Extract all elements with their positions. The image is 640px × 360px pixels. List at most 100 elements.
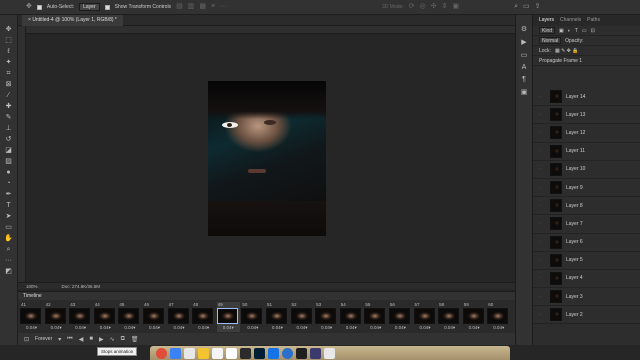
timeline-frame[interactable]: 52 0.04▾ xyxy=(290,302,314,332)
timeline-frame[interactable]: 49 0.04▾ xyxy=(216,302,240,332)
crop-icon[interactable]: ⌗ xyxy=(3,69,15,78)
timeline-frame[interactable]: 44 0.04▾ xyxy=(93,302,117,332)
hand-icon[interactable]: ✋ xyxy=(3,234,15,243)
search-icon[interactable]: ⌕ xyxy=(514,3,518,11)
duplicate-frame-icon[interactable]: ⧉ xyxy=(121,336,125,343)
frame-thumbnail[interactable] xyxy=(241,308,263,324)
3d-scale-icon[interactable]: ▣ xyxy=(452,3,459,11)
frame-thumbnail[interactable] xyxy=(93,308,115,324)
visibility-toggle-icon[interactable]: ◦ xyxy=(539,166,546,172)
loop-dropdown[interactable]: Forever xyxy=(35,336,52,342)
frame-thumbnail[interactable] xyxy=(315,308,337,324)
move-icon[interactable]: ✥ xyxy=(3,25,15,34)
dodge-icon[interactable]: ◔ xyxy=(3,179,15,188)
frame-duration[interactable]: 0.04▾ xyxy=(389,324,412,331)
frame-duration[interactable]: 0.04▾ xyxy=(20,324,43,331)
frame-thumbnail[interactable] xyxy=(339,308,361,324)
lock-icons[interactable]: ▦ ✎ ✥ 🔒 xyxy=(555,48,579,54)
visibility-toggle-icon[interactable]: ◦ xyxy=(539,257,546,263)
frame-duration[interactable]: 0.04▾ xyxy=(463,324,486,331)
calendar-app-icon[interactable] xyxy=(184,347,195,359)
frame-duration[interactable]: 0.04▾ xyxy=(241,324,264,331)
timeline-frame[interactable]: 41 0.04▾ xyxy=(20,302,43,332)
frame-duration[interactable]: 0.04▾ xyxy=(143,324,166,331)
timeline-frame[interactable]: 58 0.04▾ xyxy=(438,302,461,332)
healing-icon[interactable]: ✚ xyxy=(3,102,15,111)
visibility-toggle-icon[interactable]: ◦ xyxy=(539,130,546,136)
timeline-frame[interactable]: 45 0.04▾ xyxy=(118,302,141,332)
timeline-frame[interactable]: 56 0.04▾ xyxy=(388,302,412,332)
terminal-app-icon[interactable] xyxy=(296,347,307,359)
frame-duration[interactable]: 0.04▾ xyxy=(192,324,215,331)
frame-thumbnail[interactable] xyxy=(167,308,189,324)
layer-row[interactable]: ◦ Layer 14 xyxy=(533,88,640,107)
share-icon[interactable]: ⇪ xyxy=(535,3,541,11)
timeline-frame[interactable]: 42 0.04▾ xyxy=(44,302,68,332)
frame-icon[interactable]: ⊠ xyxy=(3,80,15,89)
first-frame-icon[interactable]: ⏮ xyxy=(67,336,72,343)
notes-app-icon[interactable] xyxy=(198,347,209,359)
align-center-icon[interactable]: ▥ xyxy=(188,3,195,11)
color-swatches-icon[interactable]: ◩ xyxy=(3,267,15,276)
3d-slide-icon[interactable]: ⇕ xyxy=(442,3,448,11)
history-panel-icon[interactable]: ⚙ xyxy=(521,25,527,33)
rectangle-icon[interactable]: ▭ xyxy=(3,223,15,232)
visibility-toggle-icon[interactable]: ◦ xyxy=(539,112,546,118)
finder-app-icon[interactable] xyxy=(170,347,181,359)
visibility-toggle-icon[interactable]: ◦ xyxy=(539,148,546,154)
canvas-area[interactable] xyxy=(26,34,515,282)
reminders-app-icon[interactable] xyxy=(212,347,223,359)
frame-thumbnail[interactable] xyxy=(69,308,91,324)
workspace-icon[interactable]: ▭ xyxy=(523,3,530,11)
timeline-frame[interactable]: 48 0.04▾ xyxy=(192,302,215,332)
3d-roll-icon[interactable]: ◎ xyxy=(420,3,426,11)
timeline-frame[interactable]: 60 0.04▾ xyxy=(487,302,510,332)
tab-channels[interactable]: Channels xyxy=(560,15,581,26)
pen-icon[interactable]: ✒ xyxy=(3,190,15,199)
settings-app-icon[interactable] xyxy=(240,347,251,359)
layer-row[interactable]: ◦ Layer 13 xyxy=(533,106,640,125)
frame-duration[interactable]: 0.04▾ xyxy=(69,324,92,331)
more-tools-icon[interactable]: ··· xyxy=(3,256,15,265)
convert-icon[interactable]: ⊡ xyxy=(24,336,29,343)
brush-icon[interactable]: ✎ xyxy=(3,113,15,122)
prev-frame-icon[interactable]: ◀ xyxy=(79,336,84,343)
frame-duration[interactable]: 0.04▾ xyxy=(291,324,314,331)
frame-thumbnail[interactable] xyxy=(487,308,509,324)
propagate-checkbox-label[interactable]: Propagate Frame 1 xyxy=(539,58,582,64)
frame-duration[interactable]: 0.04▾ xyxy=(217,324,240,331)
frame-thumbnail[interactable] xyxy=(44,308,66,324)
frame-thumbnail[interactable] xyxy=(462,308,484,324)
history-brush-icon[interactable]: ↺ xyxy=(3,135,15,144)
frame-duration[interactable]: 0.04▾ xyxy=(168,324,191,331)
stamp-icon[interactable]: ⊥ xyxy=(3,124,15,133)
frame-duration[interactable]: 0.04▾ xyxy=(315,324,338,331)
delete-frame-icon[interactable]: 🗑 xyxy=(131,336,139,343)
character-panel-icon[interactable]: A xyxy=(522,64,527,71)
visibility-toggle-icon[interactable]: ◦ xyxy=(539,185,546,191)
zoom-level[interactable]: 100% xyxy=(26,283,38,289)
magic-wand-icon[interactable]: ✦ xyxy=(3,58,15,67)
path-select-icon[interactable]: ➤ xyxy=(3,212,15,221)
visibility-toggle-icon[interactable]: ◦ xyxy=(539,221,546,227)
filter-smart-icon[interactable]: ⊡ xyxy=(591,28,595,34)
visibility-toggle-icon[interactable]: ◦ xyxy=(539,203,546,209)
timeline-frame[interactable]: 59 0.04▾ xyxy=(462,302,486,332)
tab-paths[interactable]: Paths xyxy=(587,15,600,26)
frame-thumbnail[interactable] xyxy=(388,308,410,324)
paragraph-panel-icon[interactable]: ¶ xyxy=(522,76,526,83)
frame-duration[interactable]: 0.04▾ xyxy=(340,324,363,331)
timeline-frame[interactable]: 46 0.04▾ xyxy=(142,302,166,332)
filter-pixel-icon[interactable]: ▣ xyxy=(559,28,564,34)
filter-shape-icon[interactable]: ▭ xyxy=(582,28,587,34)
timeline-frame[interactable]: 51 0.04▾ xyxy=(265,302,289,332)
photo-portrait[interactable] xyxy=(208,81,326,236)
filter-adjust-icon[interactable]: ◐ xyxy=(568,28,571,34)
visibility-toggle-icon[interactable]: ◦ xyxy=(539,239,546,245)
timeline-frame[interactable]: 54 0.04▾ xyxy=(339,302,363,332)
zoom-icon[interactable]: ⌕ xyxy=(3,245,15,254)
frame-thumbnail[interactable] xyxy=(192,308,214,324)
auto-select-dropdown[interactable]: Layer xyxy=(79,3,100,11)
doc-info[interactable]: Doc: 274.8K/36.5M xyxy=(62,283,101,289)
preview-app-icon[interactable] xyxy=(324,347,335,359)
